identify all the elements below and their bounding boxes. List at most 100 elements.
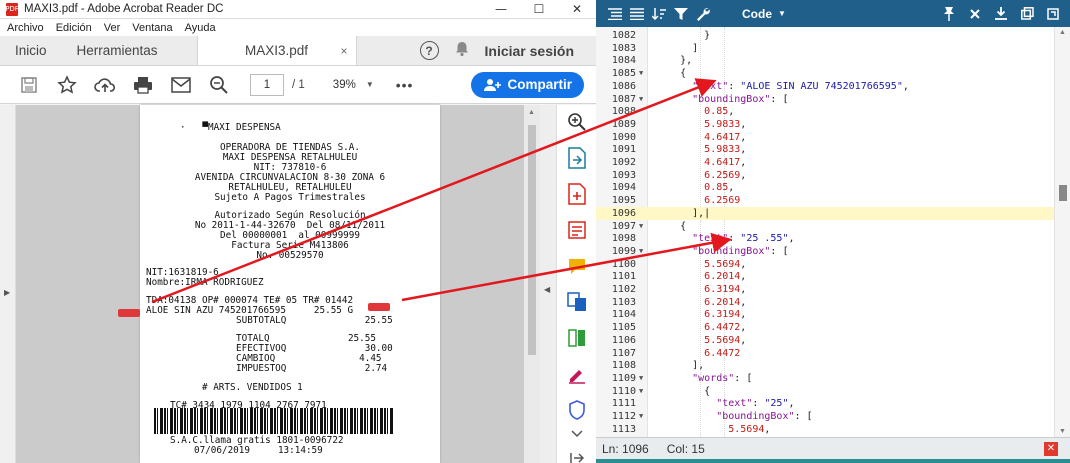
scroll-up-icon[interactable]: ▲	[1059, 29, 1066, 36]
tab-inicio[interactable]: Inicio	[0, 36, 62, 65]
code-line[interactable]: 1100 5.5694,	[596, 258, 1054, 271]
close-window-button[interactable]: ✕	[558, 0, 596, 19]
fold-toggle-icon[interactable]: ▼	[639, 67, 643, 80]
save-icon[interactable]	[10, 76, 48, 94]
code-line[interactable]: 1109 ▼ "words": [	[596, 372, 1054, 385]
fill-sign-icon[interactable]	[566, 363, 588, 385]
fold-toggle-icon[interactable]: ▼	[639, 372, 643, 385]
code-line[interactable]: 1106 5.5694,	[596, 334, 1054, 347]
combine-files-icon[interactable]	[566, 291, 588, 313]
editor-scrollbar-thumb[interactable]	[1059, 185, 1067, 201]
filter-icon[interactable]	[670, 0, 692, 27]
share-button[interactable]: Compartir	[471, 71, 584, 98]
code-line[interactable]: 1087 ▼ "boundingBox": [	[596, 93, 1054, 106]
code-line[interactable]: 1095 6.2569	[596, 194, 1054, 207]
code-line[interactable]: 1094 0.85,	[596, 181, 1054, 194]
download-icon[interactable]	[990, 0, 1012, 27]
tab-document[interactable]: MAXI3.pdf ×	[196, 36, 357, 65]
sort-icon[interactable]	[648, 0, 670, 27]
format-icon[interactable]	[604, 0, 626, 27]
code-line[interactable]: 1096 ],|	[596, 206, 1054, 220]
code-line[interactable]: 1113 5.5694,	[596, 423, 1054, 436]
search-zoom-icon[interactable]	[200, 75, 238, 95]
email-icon[interactable]	[162, 76, 200, 93]
code-line[interactable]: 1097 ▼ {	[596, 220, 1054, 233]
left-panel-toggle[interactable]: ▶	[0, 105, 16, 463]
upload-cloud-icon[interactable]	[86, 76, 124, 94]
bell-icon[interactable]	[455, 41, 469, 60]
code-line[interactable]: 1089 5.9833,	[596, 118, 1054, 131]
code-editor[interactable]: 1082 } 1083 ] 1084 }, 1085 ▼ {1086 "text": "…	[596, 27, 1070, 437]
code-line[interactable]: 1112 ▼ "boundingBox": [	[596, 410, 1054, 423]
code-line[interactable]: 1103 6.2014,	[596, 296, 1054, 309]
organize-pages-icon[interactable]	[566, 327, 588, 349]
export-pdf-icon[interactable]	[566, 147, 588, 169]
code-line[interactable]: 1091 5.9833,	[596, 143, 1054, 156]
code-line[interactable]: 1088 0.85,	[596, 105, 1054, 118]
copy-icon[interactable]	[1016, 0, 1038, 27]
close-icon[interactable]: ✕	[1044, 441, 1058, 456]
zoom-tool-icon[interactable]	[566, 111, 588, 133]
code-line[interactable]: 1085 ▼ {	[596, 67, 1054, 80]
menu-ventana[interactable]: Ventana	[132, 22, 172, 34]
transform-icon[interactable]	[938, 0, 960, 27]
acrobat-toolbar: 1 / 1 39% ▼ ••• Compartir	[0, 66, 596, 104]
tab-herramientas[interactable]: Herramientas	[62, 36, 173, 65]
code-line[interactable]: 1090 4.6417,	[596, 131, 1054, 144]
page-number-input[interactable]: 1	[250, 73, 284, 96]
code-line[interactable]: 1098 "text": "25 .55",	[596, 232, 1054, 245]
minimize-button[interactable]: —	[482, 0, 520, 19]
menu-ayuda[interactable]: Ayuda	[185, 22, 216, 34]
scroll-down-icon[interactable]: ▼	[1059, 428, 1066, 435]
create-pdf-icon[interactable]	[566, 183, 588, 205]
sign-in-link[interactable]: Iniciar sesión	[485, 43, 574, 59]
repair-wrench-icon[interactable]	[692, 0, 714, 27]
right-panel-toggle[interactable]: ◀	[540, 105, 556, 463]
fold-toggle-icon[interactable]: ▼	[639, 385, 643, 398]
editor-scrollbar[interactable]: ▲ ▼	[1054, 27, 1070, 437]
chevron-down-icon[interactable]	[566, 423, 588, 445]
code-line[interactable]: 1101 6.2014,	[596, 270, 1054, 283]
close-tab-icon[interactable]: ×	[341, 44, 348, 58]
scroll-up-icon[interactable]: ▲	[528, 109, 535, 116]
edit-pdf-icon[interactable]	[566, 219, 588, 241]
zoom-select[interactable]: 39% ▼	[333, 79, 374, 91]
code-line[interactable]: 1110 ▼ {	[596, 385, 1054, 398]
code-line[interactable]: 1107 6.4472	[596, 347, 1054, 360]
code-line[interactable]: 1111 "text": "25",	[596, 397, 1054, 410]
code-line[interactable]: 1102 6.3194,	[596, 283, 1054, 296]
menu-ver[interactable]: Ver	[104, 22, 121, 34]
code-line[interactable]: 1082 }	[596, 29, 1054, 42]
bookmark-star-icon[interactable]	[48, 74, 86, 95]
maximize-button[interactable]: ☐	[520, 0, 558, 19]
collapse-pane-icon[interactable]	[566, 447, 588, 463]
code-text: 4.6417,	[704, 157, 747, 168]
protect-shield-icon[interactable]	[566, 399, 588, 421]
code-line[interactable]: 1083 ]	[596, 42, 1054, 55]
mode-dropdown[interactable]: Code ▼	[742, 7, 786, 21]
comment-icon[interactable]	[566, 255, 588, 277]
menu-archivo[interactable]: Archivo	[7, 22, 44, 34]
print-icon[interactable]	[124, 76, 162, 94]
compact-icon[interactable]	[626, 0, 648, 27]
menu-edicion[interactable]: Edición	[56, 22, 92, 34]
document-area[interactable]: · ▀MAXI DESPENSA OPERADORA DE TIENDAS S.…	[16, 105, 524, 463]
fold-toggle-icon[interactable]: ▼	[639, 245, 643, 258]
code-line[interactable]: 1092 4.6417,	[596, 156, 1054, 169]
fold-toggle-icon[interactable]: ▼	[639, 220, 643, 233]
fullscreen-icon[interactable]	[1042, 0, 1064, 27]
fold-toggle-icon[interactable]: ▼	[639, 93, 643, 106]
fold-toggle-icon[interactable]: ▼	[639, 410, 643, 423]
code-line[interactable]: 1086 "text": "ALOE SIN AZU 745201766595"…	[596, 80, 1054, 93]
code-line[interactable]: 1084 },	[596, 54, 1054, 67]
code-line[interactable]: 1099 ▼ "boundingBox": [	[596, 245, 1054, 258]
clear-icon[interactable]	[964, 0, 986, 27]
code-line[interactable]: 1108 ],	[596, 359, 1054, 372]
scrollbar-thumb[interactable]	[528, 125, 536, 355]
more-options-icon[interactable]: •••	[396, 77, 414, 93]
code-line[interactable]: 1105 6.4472,	[596, 321, 1054, 334]
help-icon[interactable]: ?	[419, 41, 439, 60]
document-scrollbar[interactable]: ▲	[524, 105, 540, 463]
code-line[interactable]: 1104 6.3194,	[596, 308, 1054, 321]
code-line[interactable]: 1093 6.2569,	[596, 169, 1054, 182]
